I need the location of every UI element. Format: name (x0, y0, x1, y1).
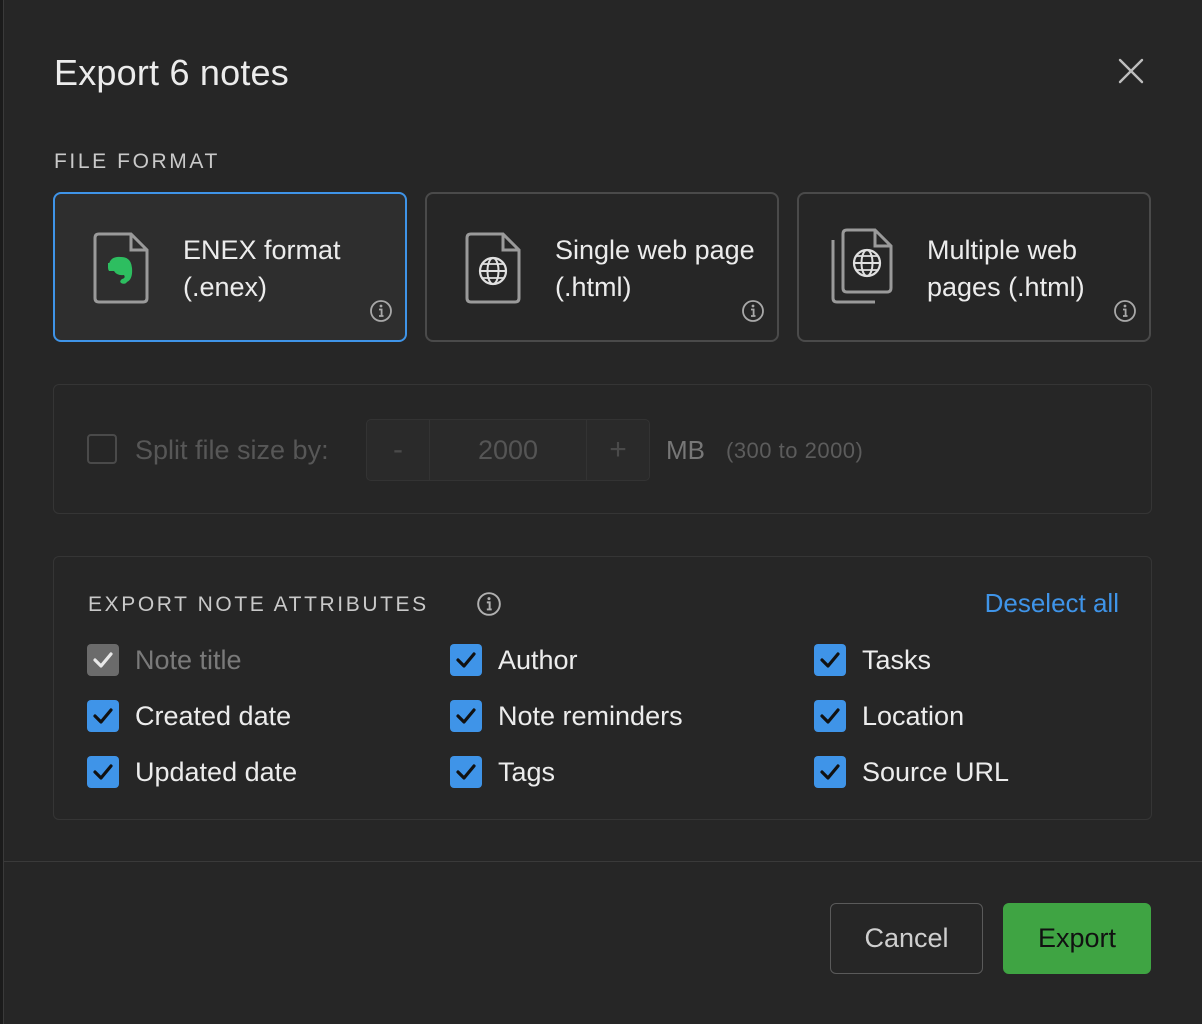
close-button[interactable] (1110, 50, 1152, 92)
cancel-button[interactable]: Cancel (830, 903, 983, 974)
export-attributes-section: EXPORT NOTE ATTRIBUTES Deselect all Note… (53, 556, 1152, 820)
evernote-file-icon (91, 230, 151, 311)
increment-button[interactable]: + (586, 420, 649, 480)
footer-divider (4, 861, 1202, 862)
info-icon[interactable] (369, 299, 393, 328)
checkbox[interactable] (450, 756, 482, 788)
size-unit: MB (666, 435, 705, 465)
deselect-all-link[interactable]: Deselect all (985, 588, 1119, 619)
split-file-label: Split file size by: (135, 435, 329, 465)
check-icon (456, 652, 476, 668)
split-size-stepper: - 2000 + (366, 419, 650, 481)
attribute-label: Updated date (135, 757, 298, 787)
check-icon (456, 708, 476, 724)
attribute-label: Location (862, 701, 965, 731)
checkbox[interactable] (87, 756, 119, 788)
format-option-label: Single web page (.html) (555, 235, 755, 302)
globe-file-icon (463, 230, 523, 311)
check-icon (820, 708, 840, 724)
info-icon[interactable] (476, 591, 502, 622)
attributes-label: EXPORT NOTE ATTRIBUTES (88, 593, 429, 616)
checkbox[interactable] (450, 644, 482, 676)
split-file-section: Split file size by: - 2000 + MB (300 to … (53, 384, 1152, 514)
checkbox[interactable] (814, 756, 846, 788)
checkbox (87, 644, 119, 676)
check-icon (93, 764, 113, 780)
check-icon (820, 764, 840, 780)
size-range-hint: (300 to 2000) (726, 438, 864, 463)
checkbox[interactable] (450, 700, 482, 732)
attribute-label: Tags (498, 757, 556, 787)
check-icon (820, 652, 840, 668)
split-size-input[interactable]: 2000 (429, 420, 587, 480)
format-option-label: Multiple web pages (.html) (927, 235, 1085, 302)
close-icon (1118, 58, 1144, 84)
checkbox[interactable] (814, 700, 846, 732)
dialog-title: Export 6 notes (54, 52, 289, 93)
split-file-checkbox[interactable] (87, 434, 117, 464)
multiple-globe-files-icon (829, 226, 899, 311)
check-icon (93, 652, 113, 668)
info-icon[interactable] (1113, 299, 1137, 328)
checkbox[interactable] (87, 700, 119, 732)
export-dialog: Export 6 notes FILE FORMAT ENEX format (… (3, 0, 1202, 1024)
export-button[interactable]: Export (1003, 903, 1151, 974)
attribute-label: Created date (135, 701, 292, 731)
format-option-label: ENEX format (.enex) (183, 235, 341, 302)
file-format-label: FILE FORMAT (54, 150, 220, 173)
attribute-label: Source URL (862, 757, 1010, 787)
attribute-label: Note title (135, 645, 242, 675)
format-option-single-html[interactable]: Single web page (.html) (425, 192, 779, 342)
check-icon (93, 708, 113, 724)
decrement-button[interactable]: - (367, 420, 430, 480)
checkbox[interactable] (814, 644, 846, 676)
format-option-multiple-html[interactable]: Multiple web pages (.html) (797, 192, 1151, 342)
format-option-enex[interactable]: ENEX format (.enex) (53, 192, 407, 342)
attribute-label: Note reminders (498, 701, 683, 731)
check-icon (456, 764, 476, 780)
info-icon[interactable] (741, 299, 765, 328)
attribute-label: Author (498, 645, 578, 675)
attribute-label: Tasks (862, 645, 932, 675)
